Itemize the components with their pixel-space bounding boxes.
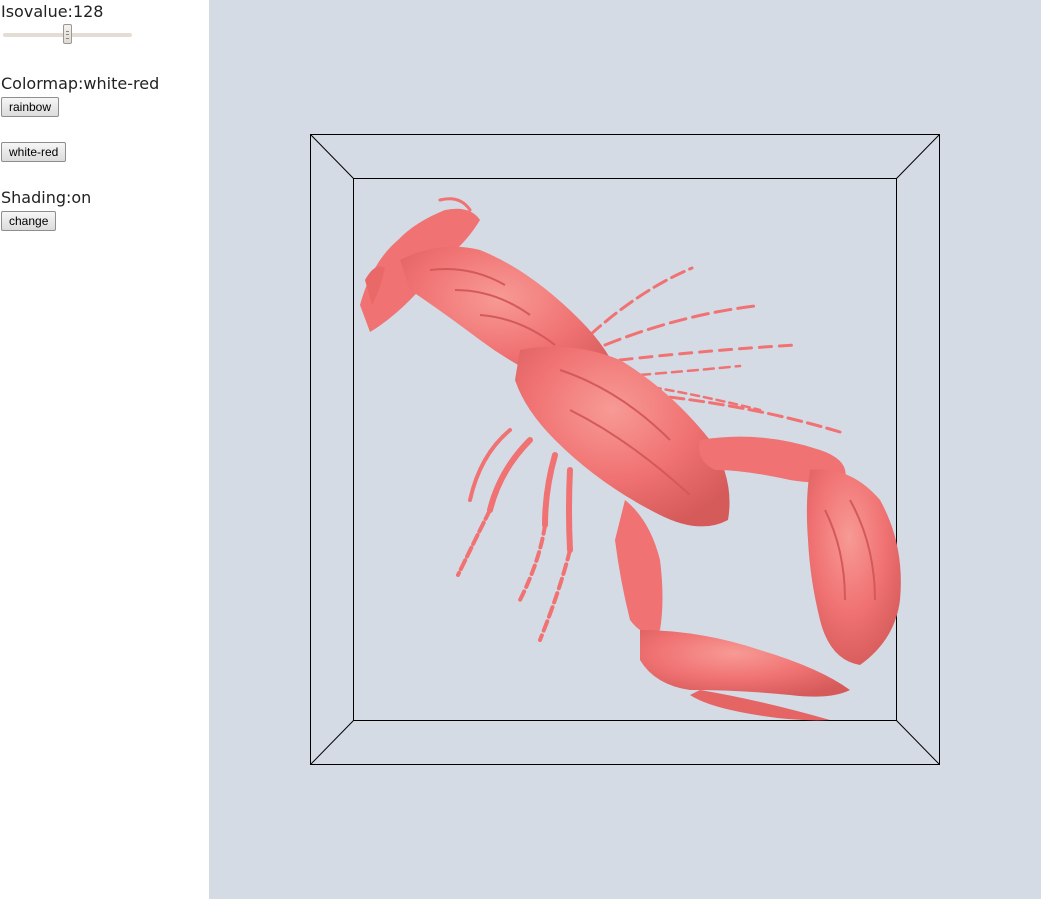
change-shading-button[interactable]: change — [1, 211, 57, 231]
control-panel: Isovalue:128 Colormap:white-red rainbow … — [0, 0, 209, 899]
isovalue-slider[interactable] — [3, 24, 132, 44]
app-window: Isovalue:128 Colormap:white-red rainbow … — [0, 0, 1041, 899]
isovalue-label: Isovalue:128 — [1, 2, 104, 21]
rainbow-button[interactable]: rainbow — [1, 97, 60, 117]
volume-render-canvas[interactable] — [209, 0, 1041, 899]
white-red-button[interactable]: white-red — [1, 142, 67, 162]
shading-label: Shading:on — [1, 188, 92, 207]
colormap-label: Colormap:white-red — [1, 74, 160, 93]
render-viewport[interactable] — [209, 0, 1041, 899]
grip-icon — [65, 31, 69, 39]
isovalue-slider-thumb[interactable] — [62, 24, 72, 44]
lobster-isosurface — [360, 197, 901, 721]
